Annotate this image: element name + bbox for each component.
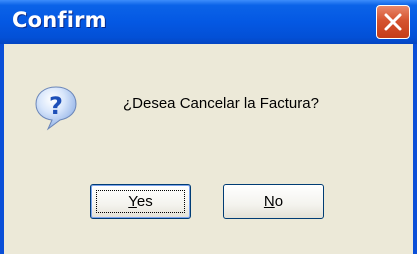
no-label: o	[274, 193, 284, 210]
dialog-message: ¿Desea Cancelar la Factura?	[123, 95, 319, 112]
yes-label: es	[136, 193, 153, 210]
yes-button[interactable]: Yes	[90, 184, 191, 219]
question-icon: ?	[35, 86, 77, 131]
confirm-dialog: Confirm ? ¿Desea Cancelar la Factura? Ye…	[0, 0, 417, 254]
no-button[interactable]: No	[223, 184, 324, 219]
dialog-title: Confirm	[12, 8, 107, 32]
svg-text:?: ?	[49, 92, 63, 120]
yes-accel-label: Y	[128, 193, 137, 210]
close-icon	[384, 13, 402, 31]
dialog-body: ? ¿Desea Cancelar la Factura? Yes No	[4, 44, 413, 254]
close-button[interactable]	[376, 5, 410, 39]
title-bar[interactable]: Confirm	[0, 0, 417, 44]
no-accel-label: N	[263, 193, 275, 210]
